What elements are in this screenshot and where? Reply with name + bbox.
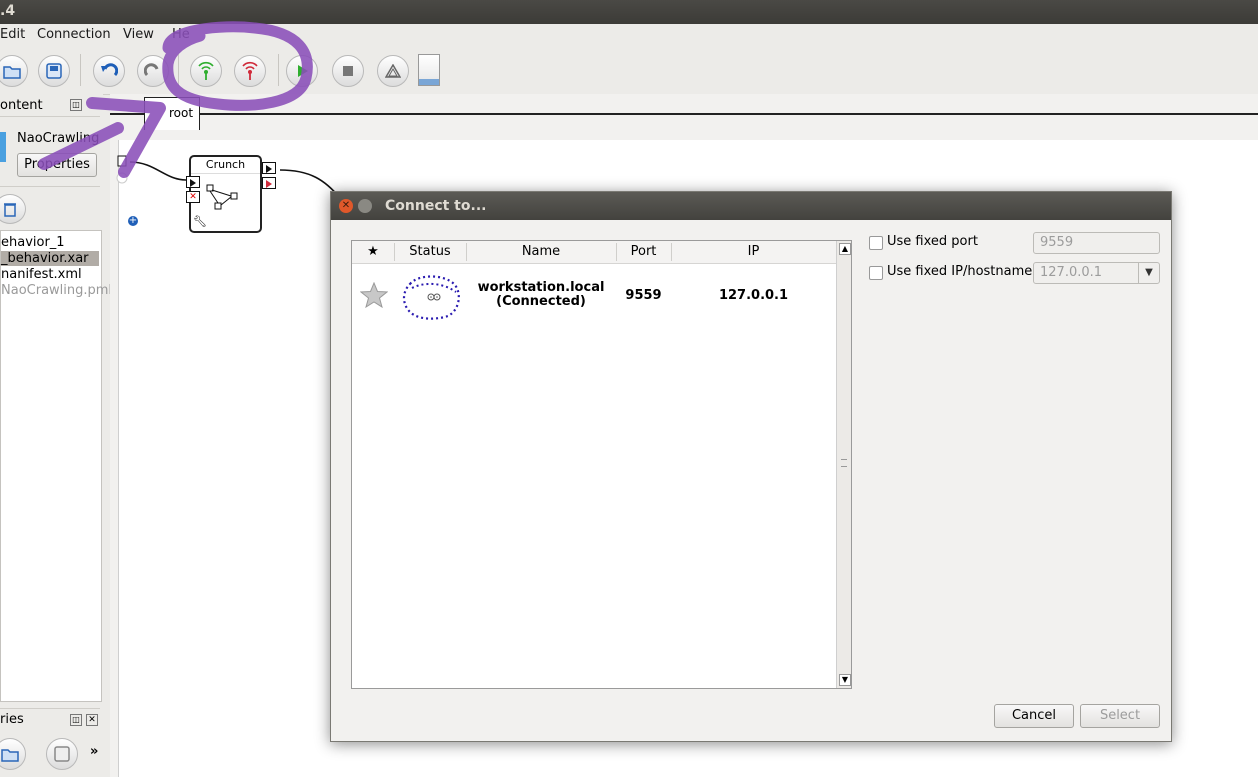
content-panel-header: ontent ◫: [0, 96, 100, 117]
left-panel: ontent ◫ NaoCrawling Properties ehavior_…: [0, 94, 112, 777]
onstart-input-icon[interactable]: [186, 176, 200, 188]
save-icon: [46, 63, 62, 79]
column-name[interactable]: Name: [466, 244, 616, 259]
connect-button[interactable]: [190, 55, 222, 87]
window-title: .4: [0, 3, 16, 19]
fixed-ip-combobox[interactable]: 127.0.0.1 ▼: [1033, 262, 1160, 284]
properties-button[interactable]: Properties: [17, 153, 97, 177]
robot-list-table: ★ Status Name Port IP workstation.local: [351, 240, 852, 689]
output-port-icon[interactable]: [262, 177, 276, 189]
cancel-button[interactable]: Cancel: [994, 704, 1074, 728]
save-library-button[interactable]: [46, 738, 78, 770]
open-project-button[interactable]: [0, 55, 28, 87]
add-input-icon[interactable]: +: [128, 216, 138, 226]
column-port[interactable]: Port: [616, 244, 671, 259]
robot-port: 9559: [625, 288, 662, 303]
tree-item-manifest[interactable]: nanifest.xml: [1, 267, 82, 282]
robot-ip: 127.0.0.1: [718, 288, 789, 303]
minimize-icon[interactable]: [358, 199, 372, 213]
title-bar: .4: [0, 0, 1258, 24]
fixed-port-label: Use fixed port: [887, 234, 978, 249]
battery-icon: [418, 54, 440, 86]
project-name: NaoCrawling: [17, 131, 100, 146]
fixed-ip-value: 127.0.0.1: [1040, 265, 1103, 280]
undo-button[interactable]: [93, 55, 125, 87]
trash-icon: [4, 203, 16, 217]
tree-item-behavior[interactable]: ehavior_1: [1, 235, 65, 250]
fixed-ip-checkbox[interactable]: [869, 266, 883, 280]
redo-icon: [144, 63, 159, 77]
debug-button[interactable]: [377, 55, 409, 87]
more-toolbar-icon[interactable]: »: [90, 744, 98, 759]
save-icon: [54, 746, 70, 762]
menu-help[interactable]: He: [172, 27, 190, 42]
open-library-button[interactable]: [0, 738, 26, 770]
table-scrollbar[interactable]: ▲ ▼: [836, 241, 851, 688]
column-ip[interactable]: IP: [671, 244, 836, 259]
content-panel-title: ontent: [0, 98, 43, 113]
dialog-title-bar: ✕ Connect to...: [331, 192, 1171, 220]
onstopped-output-icon[interactable]: [262, 162, 276, 174]
tree-item-pml[interactable]: NaoCrawling.pml: [1, 283, 112, 298]
menu-edit[interactable]: Edit: [0, 27, 25, 42]
disconnect-button[interactable]: [234, 55, 266, 87]
dialog-title: Connect to...: [385, 198, 487, 214]
fixed-port-input[interactable]: 9559: [1033, 232, 1160, 254]
menu-bar: Edit Connection View He: [0, 24, 1258, 46]
onstop-input-icon[interactable]: ✕: [186, 191, 200, 203]
select-button[interactable]: Select: [1080, 704, 1160, 728]
wifi-disconnect-icon: [242, 61, 258, 80]
scroll-up-icon[interactable]: ▲: [839, 243, 851, 255]
stop-icon: [343, 66, 353, 76]
robot-connection-status: (Connected): [496, 294, 586, 309]
box-title: Crunch: [191, 157, 260, 174]
close-icon[interactable]: ✕: [86, 714, 98, 726]
libraries-panel-title: ries: [0, 712, 24, 727]
scroll-down-icon[interactable]: ▼: [839, 674, 851, 686]
column-favorite[interactable]: ★: [352, 244, 394, 259]
project-file-tree: ehavior_1 _behavior.xar nanifest.xml Nao…: [0, 230, 112, 702]
play-icon: [298, 65, 308, 77]
favorite-star-icon[interactable]: [360, 282, 388, 308]
float-panel-icon[interactable]: ◫: [70, 714, 82, 726]
warning-icon: [385, 64, 401, 78]
connect-dialog: ✕ Connect to... ★ Status Name Port IP wo…: [330, 191, 1172, 742]
robot-name: workstation.local: [477, 280, 605, 295]
menu-view[interactable]: View: [123, 27, 154, 42]
redo-button[interactable]: [137, 55, 169, 87]
network-icon: [206, 184, 238, 210]
folder-icon: [1, 749, 19, 762]
wrench-icon: 🔧︎: [193, 215, 207, 228]
float-panel-icon[interactable]: ◫: [70, 99, 82, 111]
tab-root-label: root: [169, 106, 194, 120]
save-project-button[interactable]: [38, 55, 70, 87]
menu-connection[interactable]: Connection: [37, 27, 111, 42]
stop-button[interactable]: [332, 55, 364, 87]
table-header: ★ Status Name Port IP: [352, 241, 836, 264]
tab-root[interactable]: root: [144, 97, 200, 130]
fixed-ip-label: Use fixed IP/hostname: [887, 264, 1033, 279]
chevron-down-icon[interactable]: ▼: [1138, 263, 1159, 283]
project-icon: [0, 132, 6, 162]
undo-icon: [101, 63, 118, 77]
folder-icon: [3, 66, 21, 79]
play-button[interactable]: [286, 55, 318, 87]
robot-head-icon: [402, 275, 460, 320]
table-row[interactable]: workstation.local (Connected) 9559 127.0…: [352, 264, 836, 326]
libraries-panel-header: ries ◫ ✕: [0, 708, 100, 729]
wifi-connect-icon: [198, 61, 214, 80]
fixed-port-checkbox[interactable]: [869, 236, 883, 250]
column-status[interactable]: Status: [394, 244, 466, 259]
delete-button[interactable]: [0, 194, 26, 224]
scroll-grip-icon[interactable]: [841, 459, 847, 467]
tree-item-behavior-xar[interactable]: _behavior.xar: [1, 251, 99, 266]
tab-strip-line: [110, 113, 1258, 115]
close-icon[interactable]: ✕: [339, 199, 353, 213]
toolbar: [0, 46, 1258, 95]
